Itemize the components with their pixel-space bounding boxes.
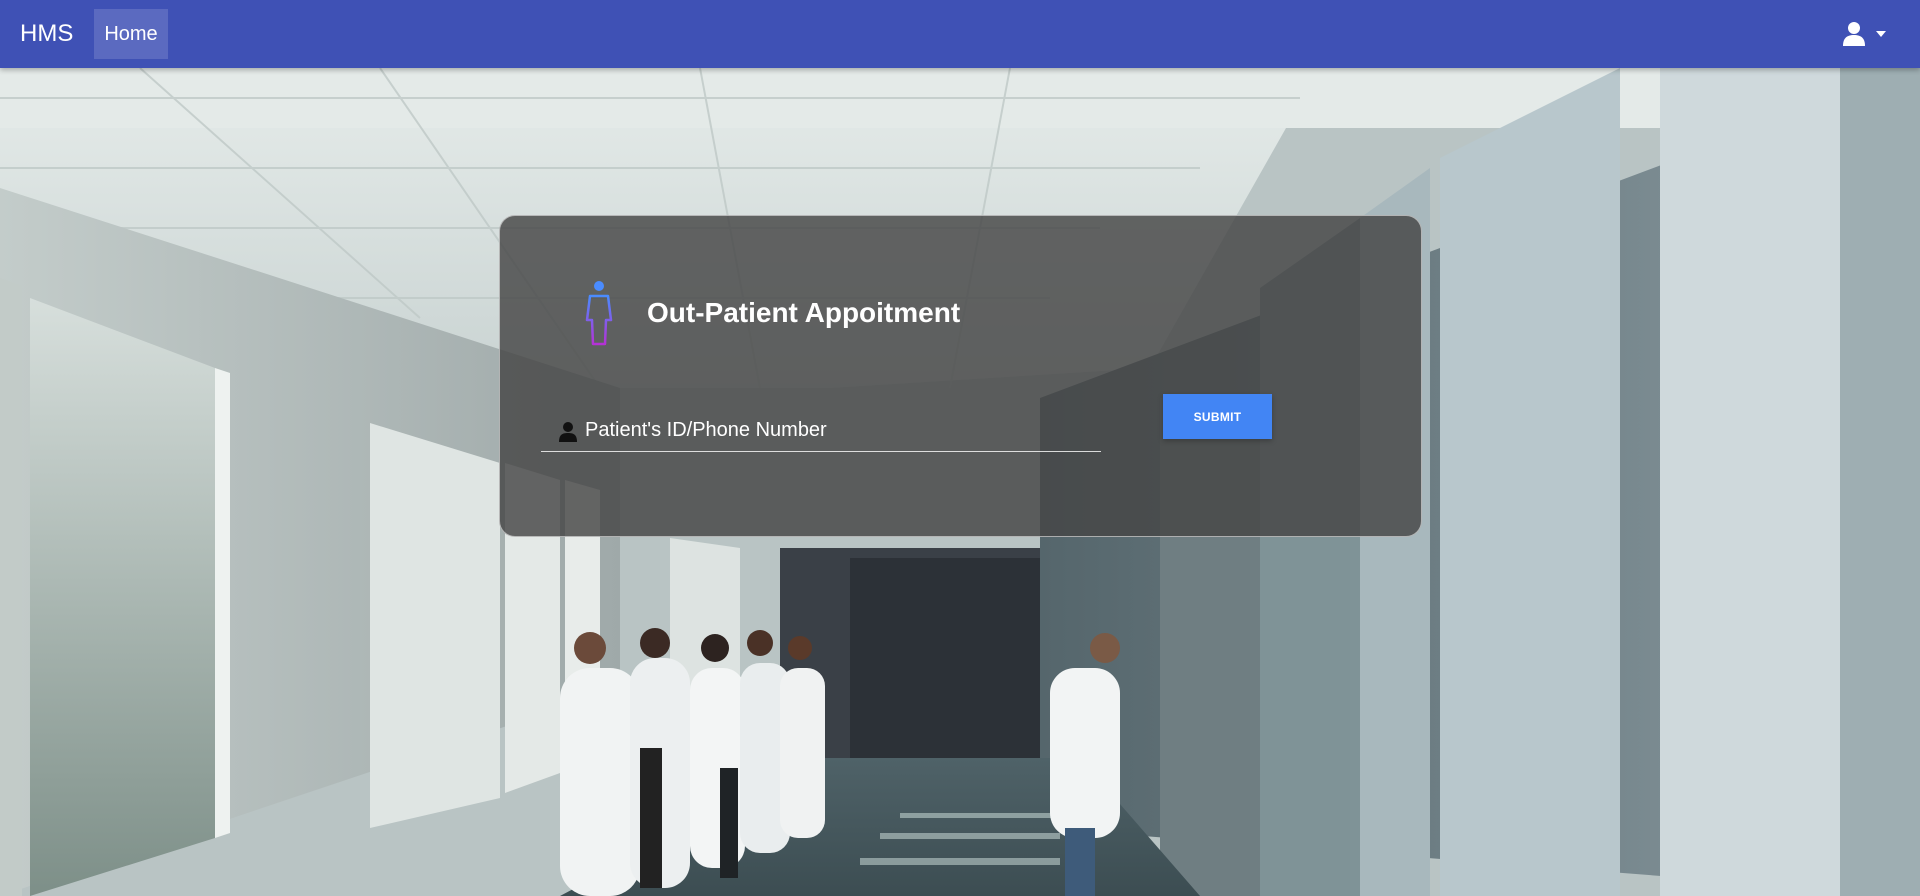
user-menu-button[interactable] [1842, 21, 1890, 47]
caret-down-icon [1876, 31, 1886, 37]
brand-logo[interactable]: HMS [20, 20, 73, 48]
appointment-title: Out-Patient Appoitment [647, 297, 961, 328]
patient-id-field[interactable] [541, 402, 1101, 452]
person-icon [585, 281, 613, 346]
nav-home-link[interactable]: Home [94, 9, 168, 59]
appointment-card: Out-Patient Appoitment SUBMIT [499, 215, 1422, 537]
user-icon [559, 422, 577, 442]
submit-button[interactable]: SUBMIT [1163, 394, 1272, 439]
top-navbar: HMS Home [0, 0, 1920, 68]
user-icon [1843, 22, 1865, 46]
patient-id-input[interactable] [585, 412, 1085, 448]
